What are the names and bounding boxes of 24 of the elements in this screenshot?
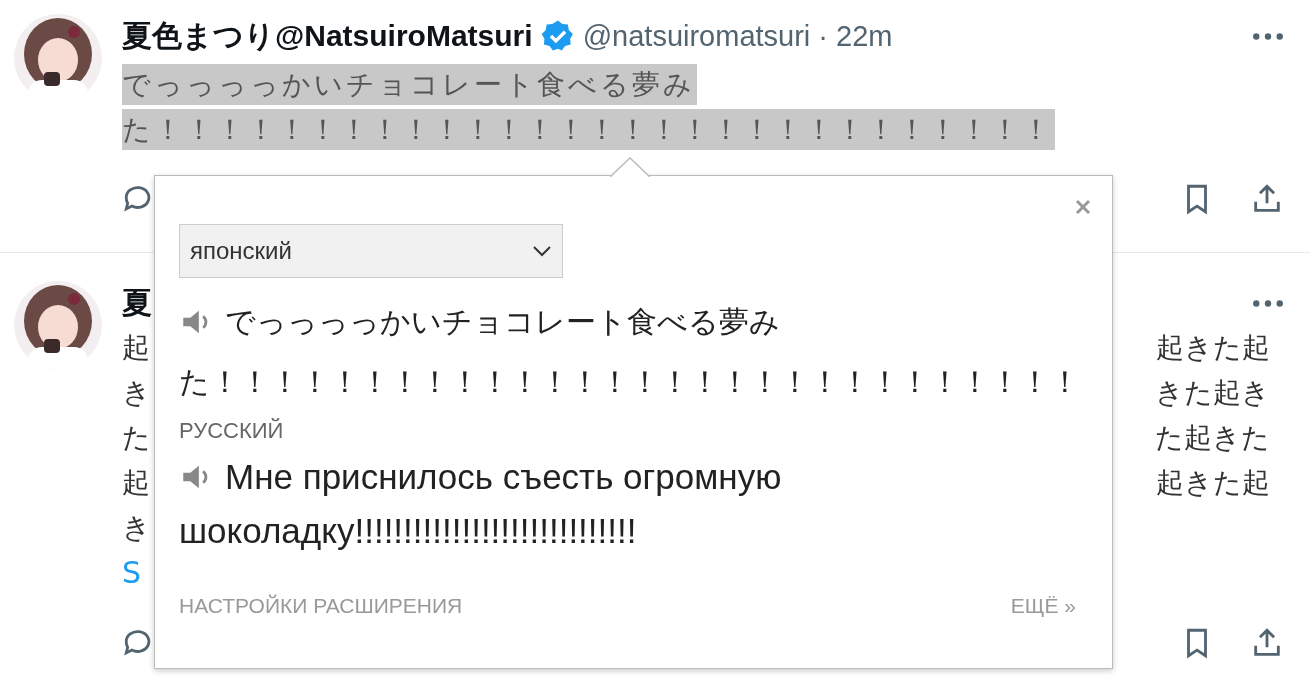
more-icon[interactable]	[1252, 31, 1284, 41]
translation-text: шоколадку!!!!!!!!!!!!!!!!!!!!!!!!!!!!!	[179, 511, 637, 551]
handle-and-time: @natsuiromatsuri · 22m	[582, 19, 894, 53]
source-text: でっっっっかいチョコレート食べる夢み	[225, 302, 780, 341]
tweet-text: た！！！！！！！！！！！！！！！！！！！！！！！！！！！！！	[122, 109, 1055, 150]
tweet-text: 起	[122, 465, 150, 501]
tweet-text: き	[122, 510, 151, 546]
tweet-text: 起	[122, 330, 150, 366]
tweet-text: き	[122, 375, 151, 411]
author-name[interactable]: 夏色まつり@NatsuiroMatsuri	[122, 15, 533, 57]
author-name[interactable]: 夏	[122, 282, 152, 324]
tweet-text: た起きた	[1155, 420, 1270, 456]
target-language: РУССКИЙ	[179, 418, 285, 444]
language-dropdown[interactable]: японский	[179, 224, 563, 278]
tweet-text: 起きた起	[1156, 465, 1270, 501]
tweet-text: た	[122, 420, 151, 456]
tweet-text: でっっっっかいチョコレート食べる夢み	[122, 64, 697, 105]
translation-text: Мне приснилось съесть огромную	[225, 457, 782, 497]
source-text: た！！！！！！！！！！！！！！！！！！！！！！！！！！！！！	[179, 362, 1080, 401]
more-icon[interactable]	[1252, 298, 1284, 308]
close-icon[interactable]	[1075, 199, 1091, 215]
tweet-text: 起きた起	[1156, 330, 1270, 366]
tweet-text: きた起き	[1155, 375, 1270, 411]
caret-icon	[532, 245, 552, 257]
